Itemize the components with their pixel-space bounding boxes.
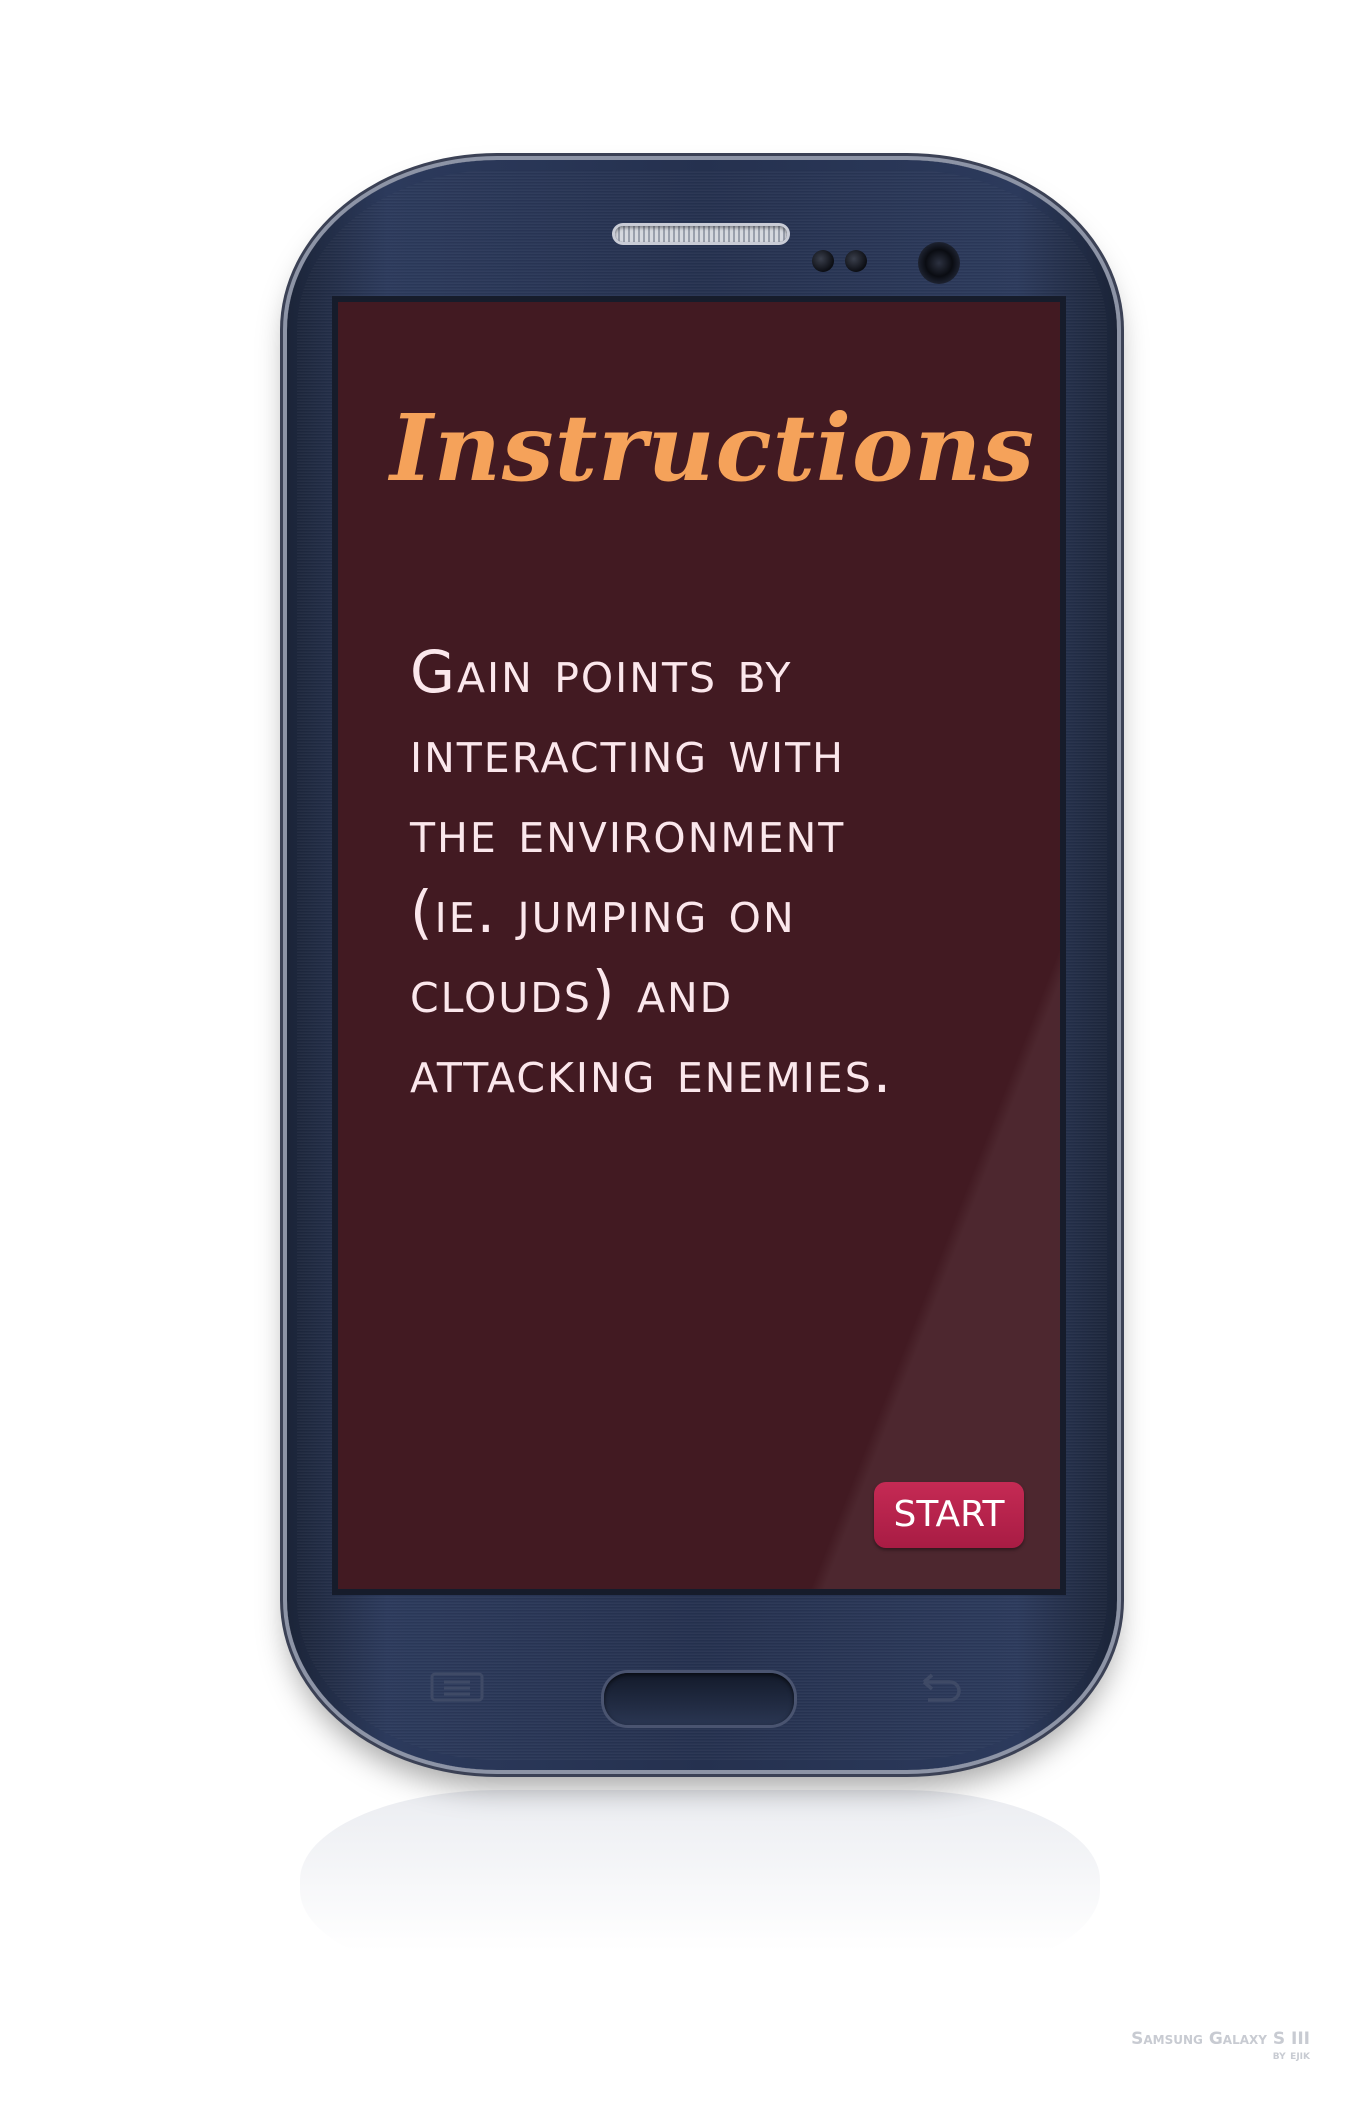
mockup-credit: Samsung Galaxy S III by ejik xyxy=(1040,2030,1310,2063)
instructions-line: (ie. jumping on xyxy=(410,878,796,946)
app-screen: Instructions Gain points by interacting … xyxy=(338,302,1060,1589)
instructions-line: the environment xyxy=(410,798,846,866)
start-button[interactable]: START xyxy=(874,1482,1024,1548)
credit-author: by ejik xyxy=(1272,2047,1310,2063)
proximity-sensor xyxy=(812,250,834,272)
mockup-stage: Instructions Gain points by interacting … xyxy=(0,0,1360,2117)
front-camera xyxy=(918,242,960,284)
phone-reflection xyxy=(300,1790,1100,1980)
light-sensor xyxy=(845,250,867,272)
back-key-icon[interactable] xyxy=(910,1668,968,1706)
instructions-line: interacting with xyxy=(410,718,846,786)
instructions-title: Instructions xyxy=(390,394,1036,502)
home-button[interactable] xyxy=(604,1673,794,1725)
credit-device-name: Samsung Galaxy S III xyxy=(1131,2029,1310,2049)
instructions-line: attacking enemies. xyxy=(410,1038,894,1106)
earpiece-speaker xyxy=(615,226,787,242)
menu-key-icon[interactable] xyxy=(428,1668,486,1706)
instructions-line: clouds) and xyxy=(410,958,734,1026)
instructions-line: Gain points by xyxy=(410,638,793,706)
instructions-text: Gain points by interacting with the envi… xyxy=(410,632,1030,1112)
